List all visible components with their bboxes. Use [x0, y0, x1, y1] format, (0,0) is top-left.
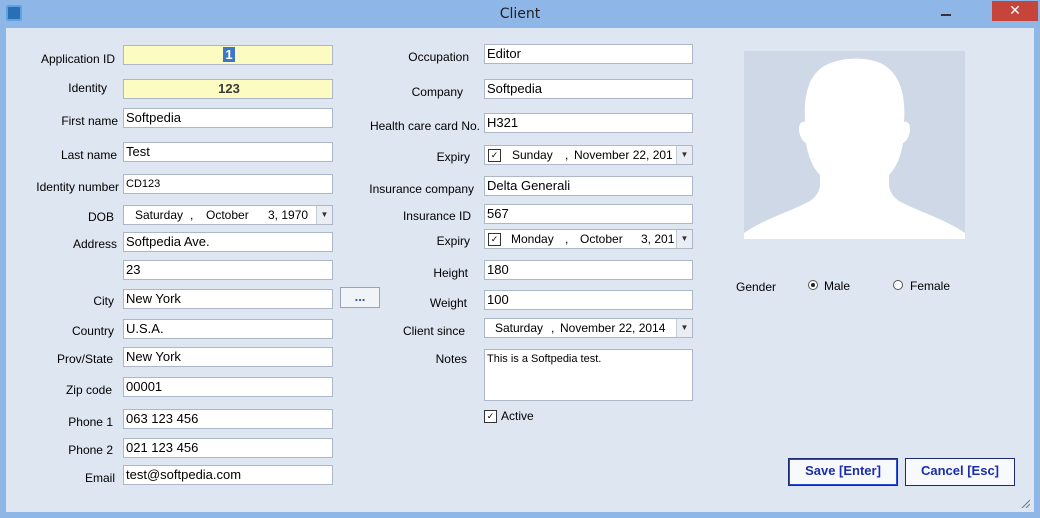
insurance-expiry-picker[interactable]: ✓ Monday , October 3, 201 ▼ — [484, 229, 693, 249]
phone2-field[interactable]: 021 123 456 — [123, 438, 333, 458]
active-checkbox[interactable]: ✓ — [484, 410, 497, 423]
active-label: Active — [501, 409, 534, 423]
identity-field[interactable]: 123 — [123, 79, 333, 99]
client-since-label: Client since — [402, 324, 465, 338]
client-window: Client ✕ Application ID 1 Identity 123 F… — [0, 0, 1040, 518]
gender-male-radio[interactable] — [808, 280, 818, 290]
expiry2-day: Monday — [511, 232, 554, 246]
notes-label: Notes — [435, 352, 467, 366]
minimize-button[interactable] — [938, 6, 954, 20]
prov-state-field[interactable]: New York — [123, 347, 333, 367]
phone1-field[interactable]: 063 123 456 — [123, 409, 333, 429]
address-line2-field[interactable]: 23 — [123, 260, 333, 280]
email-label: Email — [84, 471, 115, 485]
country-label: Country — [71, 324, 114, 338]
first-name-label: First name — [61, 114, 118, 128]
identity-number-field[interactable]: CD123 — [123, 174, 333, 194]
gender-female-label: Female — [910, 279, 951, 293]
window-title: Client — [499, 6, 541, 22]
expiry1-checkbox[interactable]: ✓ — [488, 149, 501, 162]
country-field[interactable]: U.S.A. — [123, 319, 333, 339]
health-card-label: Health care card No. — [369, 119, 480, 133]
expiry2-label: Expiry — [436, 234, 470, 248]
zip-code-label: Zip code — [65, 383, 112, 397]
chevron-down-icon[interactable]: ▼ — [676, 319, 692, 337]
expiry1-label: Expiry — [436, 150, 470, 164]
address-label: Address — [72, 237, 117, 251]
prov-state-label: Prov/State — [56, 352, 113, 366]
client-since-date: November 22, 2014 — [560, 321, 666, 335]
client-since-day: Saturday — [495, 321, 544, 335]
expiry2-month: October — [580, 232, 623, 246]
dob-month: October — [206, 208, 249, 222]
weight-label: Weight — [429, 296, 467, 310]
cancel-button[interactable]: Cancel [Esc] — [905, 458, 1015, 486]
gender-label: Gender — [736, 280, 777, 294]
client-photo[interactable] — [744, 51, 965, 239]
person-silhouette-icon — [744, 58, 965, 239]
notes-textarea[interactable]: This is a Softpedia test. — [484, 349, 693, 401]
health-card-expiry-picker[interactable]: ✓ Sunday , November 22, 201 ▼ — [484, 145, 693, 165]
insurance-id-label: Insurance ID — [402, 209, 471, 223]
application-id-value: 1 — [223, 47, 235, 62]
save-button[interactable]: Save [Enter] — [788, 458, 898, 486]
client-since-picker[interactable]: Saturday , November 22, 2014 ▼ — [484, 318, 693, 338]
dob-date-picker[interactable]: Saturday , October 3, 1970 ▼ — [123, 205, 333, 225]
company-label: Company — [411, 85, 463, 99]
dob-day: Saturday — [135, 208, 184, 222]
address-line1-field[interactable]: Softpedia Ave. — [123, 232, 333, 252]
phone2-label: Phone 2 — [68, 443, 113, 457]
expiry1-day: Sunday — [512, 148, 553, 162]
first-name-field[interactable]: Softpedia — [123, 108, 333, 128]
client-since-comma: , — [551, 321, 555, 335]
chevron-down-icon[interactable]: ▼ — [676, 230, 692, 248]
chevron-down-icon[interactable]: ▼ — [676, 146, 692, 164]
dob-date: 3, 1970 — [268, 208, 309, 222]
resize-grip-icon[interactable] — [1020, 498, 1030, 508]
identity-number-label: Identity number — [36, 180, 119, 194]
occupation-label: Occupation — [408, 50, 469, 64]
expiry1-date: November 22, 201 — [574, 148, 673, 162]
expiry2-comma: , — [565, 232, 569, 246]
height-label: Height — [433, 266, 468, 280]
occupation-field[interactable]: Editor — [484, 44, 693, 64]
minimize-icon — [941, 14, 951, 16]
expiry2-checkbox[interactable]: ✓ — [488, 233, 501, 246]
expiry2-date: 3, 201 — [641, 232, 675, 246]
title-bar[interactable]: Client ✕ — [0, 0, 1040, 28]
city-field[interactable]: New York — [123, 289, 333, 309]
client-form: Application ID 1 Identity 123 First name… — [6, 28, 1034, 512]
application-id-label: Application ID — [40, 52, 115, 66]
health-card-field[interactable]: H321 — [484, 113, 693, 133]
gender-male-label: Male — [824, 279, 851, 293]
last-name-label: Last name — [60, 148, 117, 162]
insurance-id-field[interactable]: 567 — [484, 204, 693, 224]
email-field[interactable]: test@softpedia.com — [123, 465, 333, 485]
expiry1-comma: , — [565, 148, 569, 162]
identity-label: Identity — [68, 81, 107, 95]
dob-label: DOB — [87, 210, 114, 224]
company-field[interactable]: Softpedia — [484, 79, 693, 99]
close-button[interactable]: ✕ — [992, 1, 1038, 21]
insurance-company-label: Insurance company — [369, 182, 474, 196]
application-id-field[interactable]: 1 — [123, 45, 333, 65]
height-field[interactable]: 180 — [484, 260, 693, 280]
city-label: City — [93, 294, 114, 308]
weight-field[interactable]: 100 — [484, 290, 693, 310]
chevron-down-icon[interactable]: ▼ — [316, 206, 332, 224]
last-name-field[interactable]: Test — [123, 142, 333, 162]
phone1-label: Phone 1 — [68, 415, 113, 429]
insurance-company-field[interactable]: Delta Generali — [484, 176, 693, 196]
zip-code-field[interactable]: 00001 — [123, 377, 333, 397]
dob-comma: , — [190, 208, 194, 222]
gender-female-radio[interactable] — [893, 280, 903, 290]
